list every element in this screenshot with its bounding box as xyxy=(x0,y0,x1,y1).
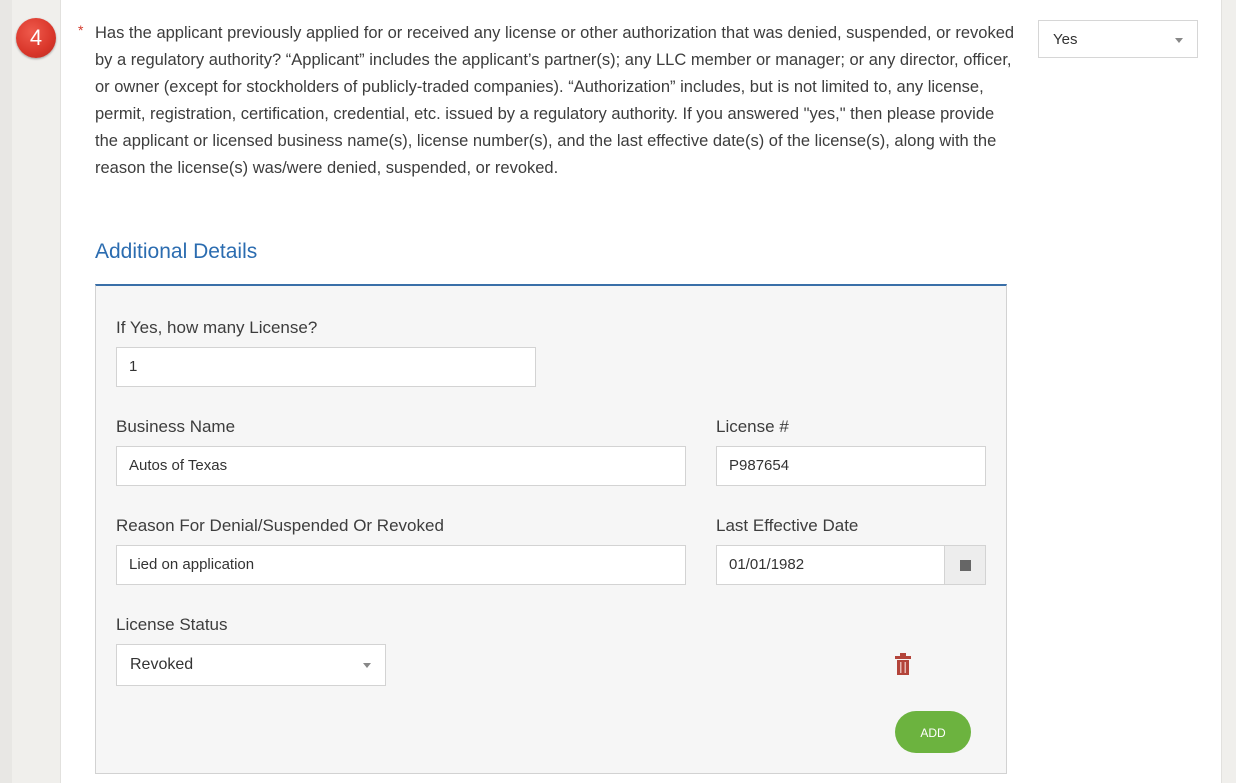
chevron-down-icon xyxy=(363,663,371,668)
question-text: Has the applicant previously applied for… xyxy=(95,24,1015,177)
license-number-label: License # xyxy=(716,417,789,436)
calendar-button[interactable] xyxy=(944,545,986,585)
business-name-label: Business Name xyxy=(116,417,236,436)
question-number-badge: 4 xyxy=(16,18,56,58)
required-indicator: * xyxy=(78,22,84,38)
reason-label: Reason For Denial/Suspended Or Revoked xyxy=(116,516,444,535)
last-effective-date-label: Last Effective Date xyxy=(716,516,859,535)
answer-select-value: Yes xyxy=(1053,31,1078,48)
additional-details-title: Additional Details xyxy=(95,240,258,263)
calendar-icon xyxy=(960,560,971,571)
license-count-input[interactable]: 1 xyxy=(116,347,536,387)
left-margin-strip xyxy=(0,0,12,783)
trash-icon[interactable] xyxy=(894,653,912,675)
last-effective-date-input[interactable]: 01/01/1982 xyxy=(716,545,945,585)
license-status-value: Revoked xyxy=(130,656,194,673)
license-count-label: If Yes, how many License? xyxy=(116,318,318,337)
license-number-input[interactable]: P987654 xyxy=(716,446,986,486)
license-status-label: License Status xyxy=(116,615,228,634)
chevron-down-icon xyxy=(1175,38,1183,43)
business-name-input[interactable]: Autos of Texas xyxy=(116,446,686,486)
license-status-select[interactable]: Revoked xyxy=(116,644,386,686)
answer-select[interactable]: Yes xyxy=(1038,20,1198,58)
add-license-button[interactable]: ADD xyxy=(895,711,971,753)
reason-input[interactable]: Lied on application xyxy=(116,545,686,585)
